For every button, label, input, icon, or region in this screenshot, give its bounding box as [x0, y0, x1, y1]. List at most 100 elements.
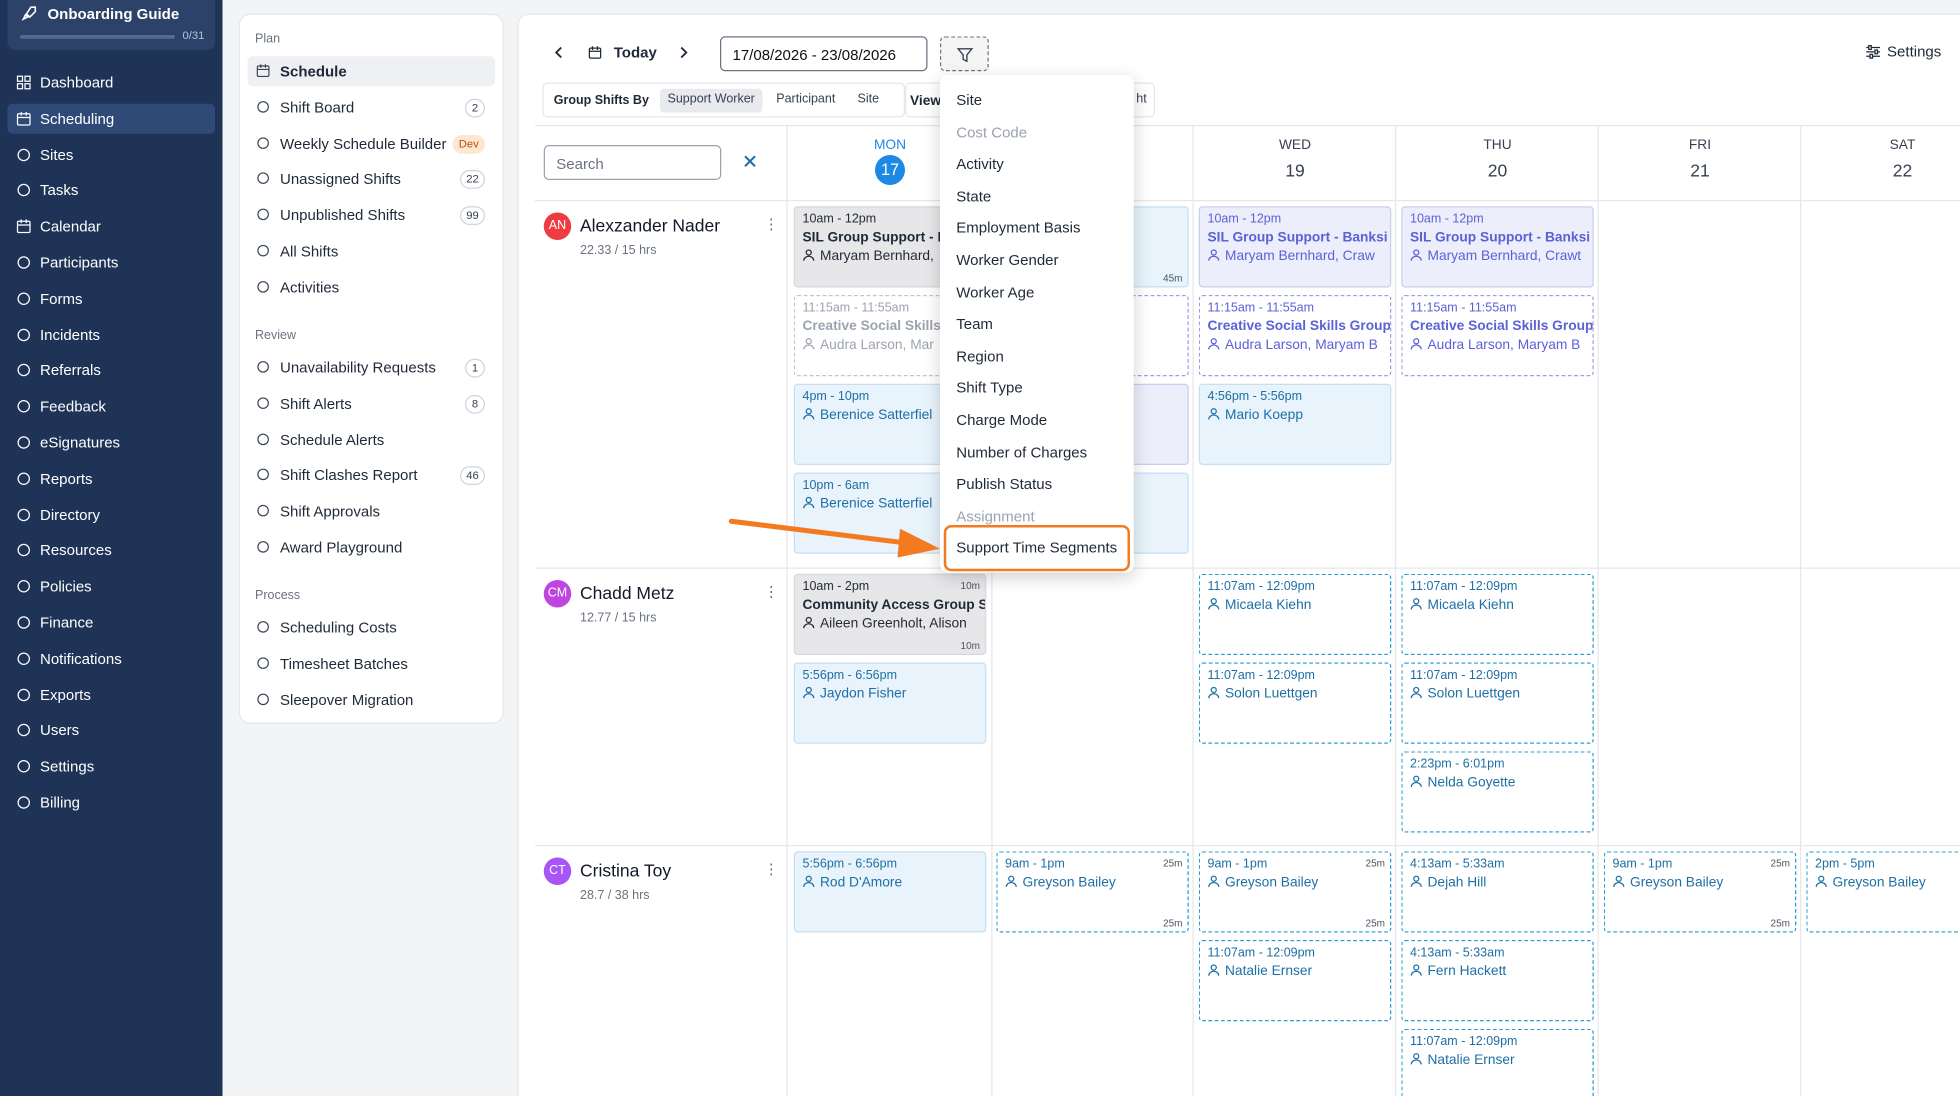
chevron-left-icon[interactable] [551, 45, 566, 60]
nav-item-users[interactable]: Users [8, 715, 216, 745]
day-name: THU [1483, 137, 1512, 153]
nav-item-scheduling[interactable]: Scheduling [7, 103, 215, 134]
nav-item-label: Incidents [40, 325, 101, 344]
filter-option-worker-gender[interactable]: Worker Gender [956, 251, 1058, 269]
chevron-right-icon[interactable] [676, 45, 691, 60]
grid-divider [786, 125, 788, 1096]
person-icon [803, 408, 815, 420]
nav-item-resources[interactable]: Resources [8, 535, 216, 565]
shift-card[interactable]: 9am - 1pm Greyson Bailey 25m 25m [1198, 851, 1392, 933]
group-option-site[interactable]: Site [850, 89, 887, 113]
filter-option-site[interactable]: Site [956, 91, 982, 109]
worker-name[interactable]: Chadd Metz [580, 583, 674, 603]
person-icon [1410, 249, 1422, 261]
subnav-item-award-playground[interactable]: Award Playground [248, 533, 496, 563]
more-options-icon[interactable]: ⋮ [764, 215, 779, 233]
shift-people: Jaydon Fisher [803, 686, 978, 701]
shift-card[interactable]: 2:23pm - 6:01pm Nelda Goyette [1401, 751, 1594, 833]
close-icon[interactable] [741, 153, 759, 171]
shift-card[interactable]: 11:07am - 12:09pm Natalie Ernser [1198, 940, 1392, 1022]
nav-item-forms[interactable]: Forms [8, 283, 216, 313]
nav-item-finance[interactable]: Finance [8, 608, 216, 638]
shift-card[interactable]: 10am - 12pm SIL Group Support - Banksi Mar… [1198, 206, 1392, 288]
more-options-icon[interactable]: ⋮ [764, 583, 779, 601]
subnav-item-activities[interactable]: Activities [248, 272, 496, 302]
subnav-item-shift-approvals[interactable]: Shift Approvals [248, 496, 496, 526]
shift-card[interactable]: 9am - 1pm Greyson Bailey 25m 25m [1603, 851, 1797, 933]
subnav-item-scheduling-costs[interactable]: Scheduling Costs [248, 613, 496, 643]
subnav-item-weekly-schedule-builder[interactable]: Weekly Schedule Builder Dev [248, 128, 496, 158]
settings-button[interactable]: Settings [1865, 43, 1941, 60]
nav-item-settings[interactable]: Settings [8, 751, 216, 781]
shift-card[interactable]: 10am - 2pm Community Access Group S Aileen… [793, 573, 987, 655]
nav-item-reports[interactable]: Reports [8, 463, 216, 493]
nav-item-billing[interactable]: Billing [8, 788, 216, 818]
subnav-item-label: Weekly Schedule Builder [280, 134, 447, 152]
shift-card[interactable]: 11:15am - 11:55am Creative Social Skills … [1198, 295, 1392, 377]
filter-option-region[interactable]: Region [956, 347, 1004, 365]
nav-item-directory[interactable]: Directory [8, 499, 216, 529]
shift-card[interactable]: 5:56pm - 6:56pm Rod D'Amore [793, 851, 987, 933]
shift-card[interactable]: 11:07am - 12:09pm Solon Luettgen [1198, 662, 1392, 744]
subnav-item-shift-board[interactable]: Shift Board 2 [248, 92, 496, 122]
menu-item-icon [257, 172, 269, 185]
subnav-item-schedule[interactable]: Schedule [247, 56, 495, 87]
subnav-item-sleepover-migration[interactable]: Sleepover Migration [248, 684, 496, 714]
shift-card[interactable]: 11:07am - 12:09pm Natalie Ernser [1401, 1028, 1594, 1096]
nav-item-feedback[interactable]: Feedback [8, 391, 216, 421]
nav-item-calendar[interactable]: Calendar [8, 211, 216, 241]
filter-option-number-of-charges[interactable]: Number of Charges [956, 443, 1087, 461]
subnav-item-all-shifts[interactable]: All Shifts [248, 236, 496, 266]
shift-card[interactable]: 11:07am - 12:09pm Micaela Kiehn [1198, 573, 1392, 655]
shift-time: 11:07am - 12:09pm [1207, 668, 1315, 683]
nav-item-esignatures[interactable]: eSignatures [8, 428, 216, 458]
subnav-item-shift-clashes-report[interactable]: Shift Clashes Report 46 [248, 460, 496, 490]
shift-card[interactable]: 2pm - 5pmGreyson Bailey25m25m [1806, 851, 1960, 933]
calendar-icon [588, 46, 602, 59]
calendar-icon [256, 64, 270, 78]
filter-option-team[interactable]: Team [956, 315, 993, 333]
shift-card[interactable]: 5:56pm - 6:56pm Jaydon Fisher [793, 662, 987, 744]
shift-card[interactable]: 4:13am - 5:33am Fern Hackett [1401, 940, 1594, 1022]
nav-item-participants[interactable]: Participants [8, 248, 216, 278]
shift-card[interactable]: 10am - 12pm SIL Group Support - Banksi Mar… [1401, 206, 1594, 288]
subnav-item-unpublished-shifts[interactable]: Unpublished Shifts 99 [248, 200, 496, 230]
subnav-item-shift-alerts[interactable]: Shift Alerts 8 [248, 388, 496, 418]
filter-option-publish-status[interactable]: Publish Status [956, 475, 1052, 493]
shift-card[interactable]: 4:56pm - 5:56pm Mario Koepp [1198, 383, 1392, 465]
nav-item-sites[interactable]: Sites [8, 139, 216, 169]
nav-item-policies[interactable]: Policies [8, 571, 216, 601]
more-options-icon[interactable]: ⋮ [764, 860, 779, 878]
subnav-item-unassigned-shifts[interactable]: Unassigned Shifts 22 [248, 164, 496, 194]
nav-item-notifications[interactable]: Notifications [8, 643, 216, 673]
filter-option-shift-type[interactable]: Shift Type [956, 379, 1022, 397]
worker-name[interactable]: Cristina Toy [580, 860, 671, 880]
filter-option-employment-basis[interactable]: Employment Basis [956, 219, 1080, 237]
shift-card[interactable]: 9am - 1pm Greyson Bailey 25m 25m [996, 851, 1189, 933]
filter-option-worker-age[interactable]: Worker Age [956, 283, 1034, 301]
today-button[interactable]: Today [614, 44, 657, 62]
nav-item-incidents[interactable]: Incidents [8, 319, 216, 349]
filter-button[interactable] [940, 36, 989, 72]
group-option-support-worker[interactable]: Support Worker [660, 88, 763, 113]
nav-item-dashboard[interactable]: Dashboard [8, 68, 216, 98]
nav-item-tasks[interactable]: Tasks [8, 175, 216, 205]
shift-card[interactable]: 4:13am - 5:33am Dejah Hill [1401, 851, 1594, 933]
filter-option-charge-mode[interactable]: Charge Mode [956, 411, 1047, 429]
filter-option-activity[interactable]: Activity [956, 155, 1004, 173]
subnav-item-timesheet-batches[interactable]: Timesheet Batches [248, 648, 496, 678]
worker-name[interactable]: Alexzander Nader [580, 215, 720, 235]
shift-card[interactable]: 11:15am - 11:55am Creative Social Skills … [1401, 295, 1594, 377]
subnav-item-schedule-alerts[interactable]: Schedule Alerts [248, 424, 496, 454]
signature-icon [17, 436, 30, 449]
shift-card[interactable]: 11:07am - 12:09pm Solon Luettgen [1401, 662, 1594, 744]
onboarding-guide[interactable]: Onboarding Guide 0/31 [7, 0, 215, 50]
search-input[interactable]: Search [543, 145, 722, 180]
subnav-item-unavailability-requests[interactable]: Unavailability Requests 1 [248, 353, 496, 383]
date-range-input[interactable]: 17/08/2026 - 23/08/2026 [720, 36, 928, 72]
filter-option-state[interactable]: State [956, 187, 991, 205]
nav-item-referrals[interactable]: Referrals [8, 355, 216, 385]
shift-card[interactable]: 11:07am - 12:09pm Micaela Kiehn [1401, 573, 1594, 655]
nav-item-exports[interactable]: Exports [8, 679, 216, 709]
group-option-participant[interactable]: Participant [769, 89, 843, 113]
